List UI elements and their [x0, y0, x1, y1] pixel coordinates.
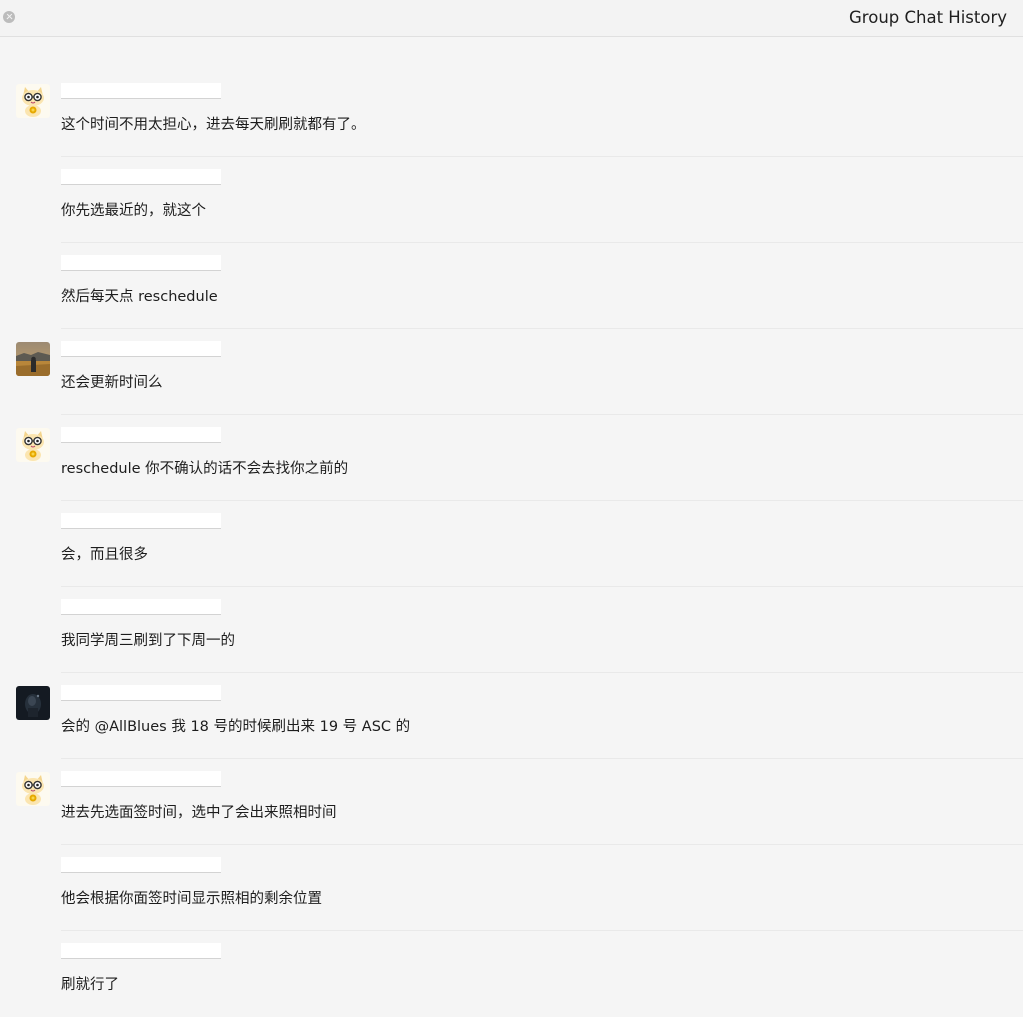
message-item: 你先选最近的，就这个 [0, 157, 1023, 243]
message-item: 会的 @AllBlues 我 18 号的时候刷出来 19 号 ASC 的 [0, 673, 1023, 759]
message-text: 还会更新时间么 [61, 375, 163, 391]
message-text: 他会根据你面签时间显示照相的剩余位置 [61, 891, 322, 907]
sender-name-redacted [61, 771, 221, 787]
window-title: Group Chat History [849, 8, 1007, 27]
sender-name-redacted [61, 169, 221, 185]
avatar-landscape-icon[interactable] [16, 342, 50, 376]
message-text: 刷就行了 [61, 977, 119, 993]
message-text: 我同学周三刷到了下周一的 [61, 633, 235, 649]
sender-name-redacted [61, 83, 221, 99]
sender-name-redacted [61, 341, 221, 357]
title-bar: Group Chat History [0, 0, 1023, 37]
sender-name-redacted [61, 427, 221, 443]
sender-name-redacted [61, 857, 221, 873]
message-text: 这个时间不用太担心，进去每天刷刷就都有了。 [61, 117, 366, 133]
message-item: reschedule 你不确认的话不会去找你之前的 [0, 415, 1023, 501]
message-text: 你先选最近的，就这个 [61, 203, 206, 219]
sender-name-redacted [61, 513, 221, 529]
sender-name-redacted [61, 255, 221, 271]
message-item: 他会根据你面签时间显示照相的剩余位置 [0, 845, 1023, 931]
sender-name-redacted [61, 685, 221, 701]
message-text: 会，而且很多 [61, 547, 148, 563]
sender-name-redacted [61, 943, 221, 959]
message-item: 我同学周三刷到了下周一的 [0, 587, 1023, 673]
message-item: 会，而且很多 [0, 501, 1023, 587]
close-icon[interactable] [3, 11, 15, 23]
message-item: 然后每天点 reschedule [0, 243, 1023, 329]
sender-name-redacted [61, 599, 221, 615]
message-item: 这个时间不用太担心，进去每天刷刷就都有了。 [0, 71, 1023, 157]
avatar-cat-icon[interactable] [16, 772, 50, 806]
avatar-dark-icon[interactable] [16, 686, 50, 720]
message-text: 然后每天点 reschedule [61, 289, 218, 305]
message-text: 进去先选面签时间，选中了会出来照相时间 [61, 805, 337, 821]
avatar-cat-icon[interactable] [16, 84, 50, 118]
message-text: reschedule 你不确认的话不会去找你之前的 [61, 461, 349, 477]
message-item: 还会更新时间么 [0, 329, 1023, 415]
message-text: 会的 @AllBlues 我 18 号的时候刷出来 19 号 ASC 的 [61, 719, 411, 735]
message-item: 刷就行了 [0, 931, 1023, 1017]
message-item: 进去先选面签时间，选中了会出来照相时间 [0, 759, 1023, 845]
message-list[interactable]: 这个时间不用太担心，进去每天刷刷就都有了。 你先选最近的，就这个 然后每天点 r… [0, 71, 1023, 1017]
avatar-cat-icon[interactable] [16, 428, 50, 462]
